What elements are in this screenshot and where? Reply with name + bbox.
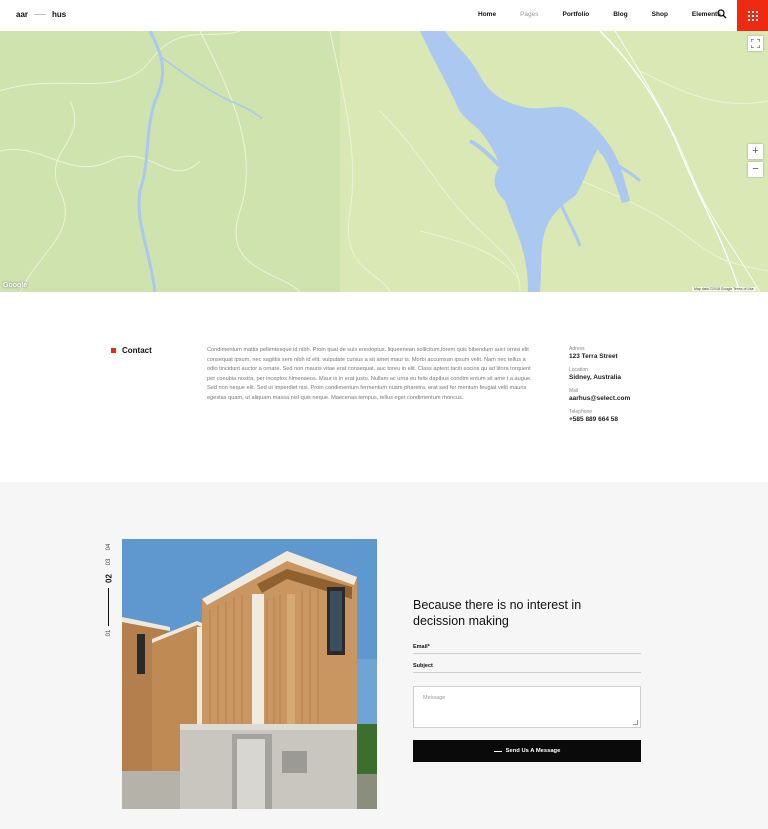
contact-title: Contact [122,346,152,355]
fullscreen-icon [751,39,760,48]
message-placeholder: Message [423,695,446,701]
info-value: +585 889 664 58 [569,416,618,423]
contact-info: Adress 123 Terra Street Location Sidney,… [569,346,689,430]
send-message-button[interactable]: Send Us A Message [413,740,641,762]
dash-icon [493,750,502,752]
nav-home[interactable]: Home [478,11,496,18]
site-header: aar hus Home Pages Portfolio Blog Shop E… [0,0,768,31]
logo-left-text: aar [16,10,29,19]
map-terrain [0,31,768,292]
message-textarea[interactable]: Message [413,686,641,728]
info-label: Adress [569,346,585,352]
contact-body-text: Condimentum mattis pellentesque id nibh.… [207,347,532,401]
red-square-icon [111,348,116,353]
contact-heading: Contact [111,346,152,355]
info-location: Location Sidney, Australia [569,367,689,382]
logo-right-text: hus [52,10,67,19]
house-image[interactable] [122,539,377,809]
info-label: Location [569,367,588,373]
logo[interactable]: aar hus [16,10,66,19]
info-value: 123 Terra Street [569,353,618,360]
nav-portfolio[interactable]: Portfolio [563,11,590,18]
slide-number-02-active[interactable]: 02 [105,574,114,584]
slider-pagination: 04 03 02 01 [104,542,114,642]
resize-handle-icon[interactable] [633,720,638,725]
slide-number-01[interactable]: 01 [106,628,112,638]
info-mail: Mail aarhus@select.com [569,388,689,403]
menu-button[interactable] [737,0,768,31]
info-label: Mail [569,388,579,394]
zoom-in-button[interactable]: + [748,144,763,159]
google-logo[interactable]: Google [3,282,27,289]
main-nav: Home Pages Portfolio Blog Shop Elements [478,11,745,18]
nav-shop[interactable]: Shop [652,11,668,18]
info-label: Telephone [569,409,593,415]
form-title: Because there is no interest in decissio… [413,598,582,628]
search-icon[interactable] [717,9,727,19]
slider-indicator-line [108,588,109,626]
nav-blog[interactable]: Blog [613,11,627,18]
subject-field[interactable] [413,672,641,673]
contact-form-section [0,482,768,829]
grid-dots-icon [747,10,758,21]
google-map[interactable]: + − Google Map data ©2018 Google Terms o… [0,31,768,292]
fullscreen-button[interactable] [748,36,763,51]
subject-label[interactable]: Subject [413,663,433,669]
email-label[interactable]: Email* [413,644,430,650]
send-button-label: Send Us A Message [505,748,561,754]
info-value: Sidney, Australia [569,374,622,381]
email-field[interactable] [413,653,641,654]
slide-number-03[interactable]: 03 [106,557,112,567]
logo-dash [34,14,47,15]
nav-pages[interactable]: Pages [520,11,538,18]
info-address: Adress 123 Terra Street [569,346,689,361]
zoom-out-button[interactable]: − [748,162,763,177]
info-value[interactable]: aarhus@select.com [569,395,689,403]
map-attribution[interactable]: Map data ©2018 Google Terms of Use [692,287,756,291]
slide-number-04[interactable]: 04 [106,542,112,552]
info-telephone: Telephone +585 889 664 58 [569,409,689,424]
